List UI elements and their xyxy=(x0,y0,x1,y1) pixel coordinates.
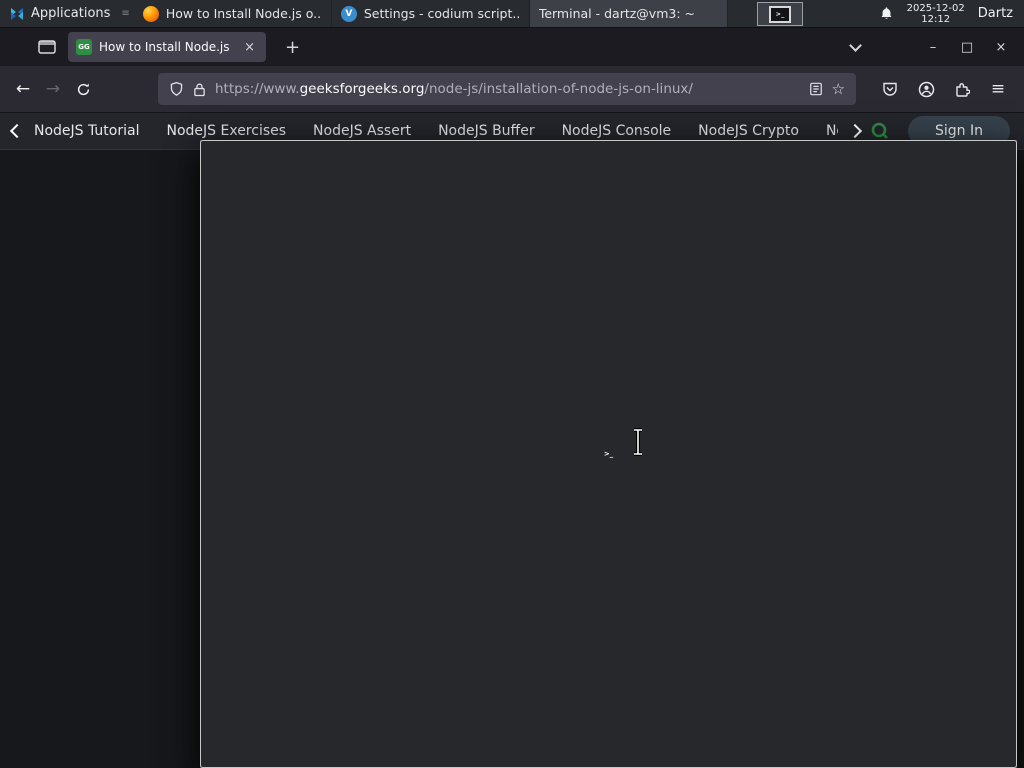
url-path: /node-js/installation-of-node-js-on-linu… xyxy=(424,81,693,97)
panel-handle: ≡ xyxy=(121,8,130,19)
url-scheme: https://www. xyxy=(215,81,300,97)
terminal-icon: >_ xyxy=(200,140,1017,768)
nav-item-2[interactable]: NodeJS Assert xyxy=(313,123,411,139)
chevron-down-icon xyxy=(848,39,862,52)
tab-bar: GG How to Install Node.js on × + – □ × xyxy=(0,28,1024,66)
nav-item-1[interactable]: NodeJS Exercises xyxy=(166,123,286,139)
new-tab-button[interactable]: + xyxy=(278,37,307,58)
nav-item-4[interactable]: NodeJS Console xyxy=(562,123,672,139)
window-maximize-button[interactable]: □ xyxy=(950,34,984,60)
back-button[interactable]: ← xyxy=(8,74,38,104)
tab-title: How to Install Node.js on xyxy=(99,40,235,54)
clock[interactable]: 2025-12-02 12:12 xyxy=(907,3,965,25)
notifications-bell-icon[interactable] xyxy=(879,6,894,21)
tab-close-button[interactable]: × xyxy=(241,39,258,56)
clock-time: 12:12 xyxy=(921,13,951,25)
workspace-switcher[interactable]: >_ xyxy=(757,2,803,26)
applications-label: Applications xyxy=(31,6,111,21)
list-all-tabs-button[interactable] xyxy=(838,34,872,60)
window-minimize-button[interactable]: – xyxy=(916,34,950,60)
applications-menu-button[interactable]: Applications xyxy=(0,0,119,27)
nav-scroll-right-icon[interactable] xyxy=(847,123,863,139)
window-close-button[interactable]: × xyxy=(984,34,1018,60)
geeksforgeeks-favicon: GG xyxy=(76,39,92,55)
account-icon[interactable] xyxy=(912,75,940,103)
bookmark-star-icon[interactable]: ☆ xyxy=(832,80,845,98)
menu-hamburger-icon[interactable]: ≡ xyxy=(984,75,1012,103)
url-domain: geeksforgeeks.org xyxy=(299,81,425,97)
nav-item-0[interactable]: NodeJS Tutorial xyxy=(34,123,139,139)
browser-tab[interactable]: GG How to Install Node.js on × xyxy=(68,32,266,62)
url-text: https://www.geeksforgeeks.org/node-js/in… xyxy=(215,81,693,97)
tracking-shield-icon xyxy=(170,81,183,96)
text-cursor xyxy=(634,428,642,456)
reload-icon xyxy=(77,83,89,95)
nav-item-3[interactable]: NodeJS Buffer xyxy=(438,123,535,139)
firefox-view-button[interactable] xyxy=(32,34,62,60)
panel-window-title: Settings - codium script... xyxy=(363,6,520,21)
extensions-icon[interactable] xyxy=(948,75,976,103)
desktop: Applications ≡ How to Install Node.js o.… xyxy=(0,0,1024,768)
panel-window-buttons: How to Install Node.js o... V Settings - c… xyxy=(134,0,1017,768)
panel-window-button-terminal[interactable]: >_ Terminal - dartz@vm3: ~ xyxy=(200,0,1017,768)
nav-item-6[interactable]: NodeJS DNS xyxy=(826,123,838,139)
lock-icon xyxy=(194,83,205,96)
panel-window-title: Terminal - dartz@vm3: ~ xyxy=(538,6,695,21)
url-bar[interactable]: https://www.geeksforgeeks.org/node-js/in… xyxy=(158,73,856,105)
panel-window-button-vscodium[interactable]: V Settings - codium script... xyxy=(332,0,530,27)
forward-button[interactable]: → xyxy=(38,74,68,104)
panel-status-area: 2025-12-02 12:12 Dartz xyxy=(879,3,1024,25)
panel-window-button-firefox[interactable]: How to Install Node.js o... xyxy=(134,0,332,27)
terminal-icon: >_ xyxy=(769,5,791,23)
nav-item-5[interactable]: NodeJS Crypto xyxy=(698,123,799,139)
vscodium-icon: V xyxy=(340,5,357,22)
navigation-toolbar: ← → https://www.geeksforgeeks.org/node-j… xyxy=(0,66,1024,113)
reload-button[interactable] xyxy=(68,74,98,104)
firefox-view-icon xyxy=(38,40,56,54)
firefox-icon xyxy=(142,5,159,22)
search-icon[interactable] xyxy=(870,121,890,141)
top-panel: Applications ≡ How to Install Node.js o.… xyxy=(0,0,1024,768)
site-nav-items: NodeJS Tutorial NodeJS Exercises NodeJS As… xyxy=(34,123,838,139)
applications-icon xyxy=(11,7,23,20)
reader-mode-icon[interactable] xyxy=(809,82,823,96)
pocket-icon[interactable] xyxy=(876,75,904,103)
nav-scroll-left-icon[interactable] xyxy=(9,123,25,139)
user-menu[interactable]: Dartz xyxy=(978,6,1013,21)
panel-window-title: How to Install Node.js o... xyxy=(165,6,322,21)
clock-date: 2025-12-02 xyxy=(906,2,965,14)
